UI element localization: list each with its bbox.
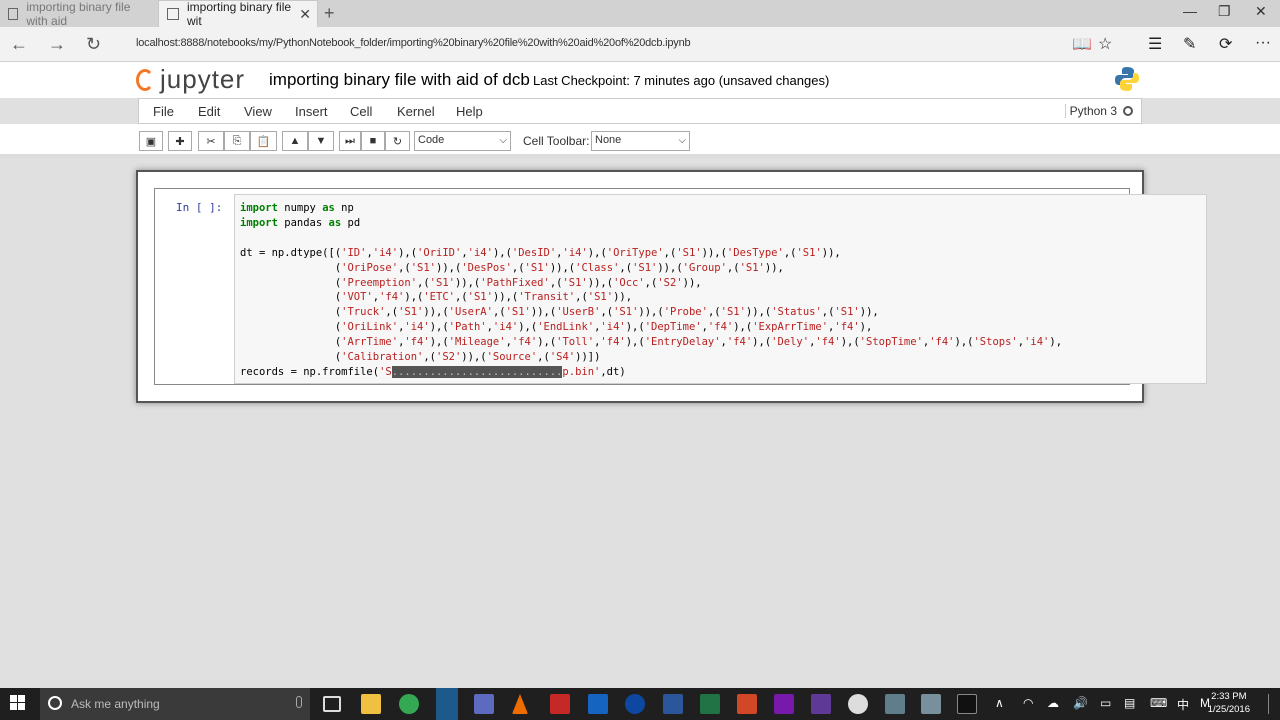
copy-icon[interactable]: ⎘ bbox=[224, 131, 250, 151]
notebook-container: In [ ]: import numpy as np import pandas… bbox=[136, 170, 1207, 403]
cell-toolbar-label: Cell Toolbar: bbox=[523, 134, 590, 148]
menu-view[interactable]: View bbox=[244, 104, 272, 119]
input-prompt: In [ ]: bbox=[176, 201, 223, 214]
address-bar: ← → ↻ localhost:8888/notebooks/my/Python… bbox=[0, 27, 1280, 62]
menu-insert[interactable]: Insert bbox=[295, 104, 328, 119]
reading-view-icon[interactable]: 📖 bbox=[1072, 34, 1092, 54]
ime-indicator[interactable]: 中 bbox=[1177, 696, 1189, 713]
more-icon[interactable]: ··· bbox=[1255, 34, 1271, 52]
browser-tab-active[interactable]: importing binary file wit ✕ bbox=[158, 0, 318, 28]
paste-icon[interactable]: 📋 bbox=[250, 131, 277, 151]
app-icon[interactable] bbox=[921, 694, 941, 714]
jupyter-logo-icon bbox=[136, 68, 154, 91]
excel-icon[interactable] bbox=[700, 694, 720, 714]
minimize-icon[interactable]: — bbox=[1183, 3, 1197, 19]
cell-type-select[interactable]: Code ⌵ bbox=[414, 131, 511, 151]
favorite-star-icon[interactable]: ☆ bbox=[1098, 34, 1112, 54]
network-icon[interactable]: ◠ bbox=[1023, 696, 1033, 710]
kernel-indicator: Python 3 bbox=[1064, 104, 1133, 118]
app-icon[interactable] bbox=[512, 694, 528, 714]
app-icon[interactable] bbox=[625, 694, 645, 714]
onedrive-icon[interactable]: ☁ bbox=[1047, 696, 1059, 710]
back-arrow-icon[interactable]: ← bbox=[10, 34, 28, 55]
chrome-icon[interactable] bbox=[399, 694, 419, 714]
run-cell-icon[interactable]: ⏭ bbox=[339, 131, 361, 151]
browser-tab-strip: importing binary file with aid importing… bbox=[0, 0, 1280, 28]
close-tab-icon[interactable]: ✕ bbox=[299, 6, 311, 23]
refresh-icon[interactable]: ↻ bbox=[86, 34, 101, 55]
code-text[interactable]: import numpy as np import pandas as pd d… bbox=[240, 201, 1062, 380]
cell-toolbar-select[interactable]: None ⌵ bbox=[591, 131, 690, 151]
onenote-icon[interactable] bbox=[774, 694, 794, 714]
system-clock[interactable]: 2:33 PM 1/25/2016 bbox=[1208, 690, 1250, 716]
interrupt-icon[interactable]: ■ bbox=[361, 131, 385, 151]
page-icon bbox=[8, 7, 19, 20]
powerpoint-icon[interactable] bbox=[737, 694, 757, 714]
web-note-icon[interactable]: ✎ bbox=[1183, 34, 1196, 54]
python-logo-icon bbox=[1115, 67, 1139, 91]
terminal-icon[interactable] bbox=[957, 694, 977, 714]
edge-icon[interactable] bbox=[436, 688, 458, 720]
windows-start-icon[interactable] bbox=[10, 695, 26, 711]
page-icon bbox=[167, 8, 179, 20]
task-view-icon[interactable] bbox=[323, 696, 341, 712]
menu-file[interactable]: File bbox=[153, 104, 174, 119]
jupyter-logo[interactable]: jupyter bbox=[136, 64, 245, 95]
chevron-up-icon[interactable]: ∧ bbox=[995, 696, 1004, 710]
app-icon[interactable] bbox=[885, 694, 905, 714]
menu-cell[interactable]: Cell bbox=[350, 104, 372, 119]
app-icon[interactable] bbox=[588, 694, 608, 714]
share-icon[interactable]: ⟳ bbox=[1219, 34, 1232, 54]
cortana-search-box[interactable]: Ask me anything bbox=[40, 688, 310, 720]
checkpoint-status: Last Checkpoint: 7 minutes ago (unsaved … bbox=[533, 73, 830, 88]
url-field[interactable]: localhost:8888/notebooks/my/PythonNotebo… bbox=[136, 37, 691, 49]
calendar-app-icon[interactable] bbox=[550, 694, 570, 714]
tab-label: importing binary file with aid bbox=[26, 0, 131, 28]
forward-arrow-icon[interactable]: → bbox=[48, 34, 66, 55]
notebook-toolbar: ▣ ✚ ✂ ⎘ 📋 ▲ ▼ ⏭ ■ ↻ Code ⌵ Cell Toolbar:… bbox=[0, 124, 1280, 158]
microphone-icon[interactable] bbox=[296, 696, 302, 708]
move-up-icon[interactable]: ▲ bbox=[282, 131, 308, 151]
menu-bar: File Edit View Insert Cell Kernel Help P… bbox=[138, 98, 1142, 124]
code-cell[interactable]: In [ ]: import numpy as np import pandas… bbox=[154, 188, 1207, 385]
cortana-icon bbox=[48, 696, 62, 710]
notebook-title[interactable]: importing binary file with aid of dcb bbox=[269, 70, 530, 90]
save-icon[interactable]: ▣ bbox=[139, 131, 163, 151]
tab-label: importing binary file wit bbox=[187, 0, 292, 28]
restart-icon[interactable]: ↻ bbox=[385, 131, 410, 151]
volume-icon[interactable]: 🔊 bbox=[1073, 696, 1088, 710]
code-editor[interactable]: import numpy as np import pandas as pd d… bbox=[234, 194, 1207, 384]
hub-icon[interactable]: ☰ bbox=[1148, 34, 1162, 54]
menu-help[interactable]: Help bbox=[456, 104, 483, 119]
file-explorer-icon[interactable] bbox=[361, 694, 381, 714]
insert-cell-icon[interactable]: ✚ bbox=[168, 131, 192, 151]
maximize-icon[interactable]: ❐ bbox=[1218, 3, 1231, 20]
chevron-down-icon: ⌵ bbox=[499, 135, 507, 146]
word-icon[interactable] bbox=[663, 694, 683, 714]
action-center-icon[interactable]: ▤ bbox=[1124, 696, 1135, 710]
new-tab-button[interactable]: + bbox=[324, 3, 335, 24]
settings-gear-icon[interactable] bbox=[848, 694, 868, 714]
cut-icon[interactable]: ✂ bbox=[198, 131, 224, 151]
kernel-idle-icon bbox=[1123, 106, 1133, 116]
browser-tab-inactive[interactable]: importing binary file with aid bbox=[0, 0, 158, 28]
battery-icon[interactable]: ▭ bbox=[1100, 696, 1111, 710]
keyboard-icon[interactable]: ⌨ bbox=[1150, 696, 1167, 710]
menu-kernel[interactable]: Kernel bbox=[397, 104, 435, 119]
app-icon[interactable] bbox=[474, 694, 494, 714]
show-desktop-button[interactable] bbox=[1268, 694, 1269, 714]
chevron-down-icon: ⌵ bbox=[678, 135, 686, 146]
move-down-icon[interactable]: ▼ bbox=[308, 131, 334, 151]
app-icon[interactable] bbox=[811, 694, 831, 714]
close-window-icon[interactable]: ✕ bbox=[1255, 3, 1267, 20]
windows-taskbar: Ask me anything ∧ ◠ ☁ 🔊 ▭ ▤ ⌨ 中 M 2:33 P… bbox=[0, 688, 1280, 720]
jupyter-header: jupyter importing binary file with aid o… bbox=[0, 62, 1280, 98]
menu-edit[interactable]: Edit bbox=[198, 104, 220, 119]
